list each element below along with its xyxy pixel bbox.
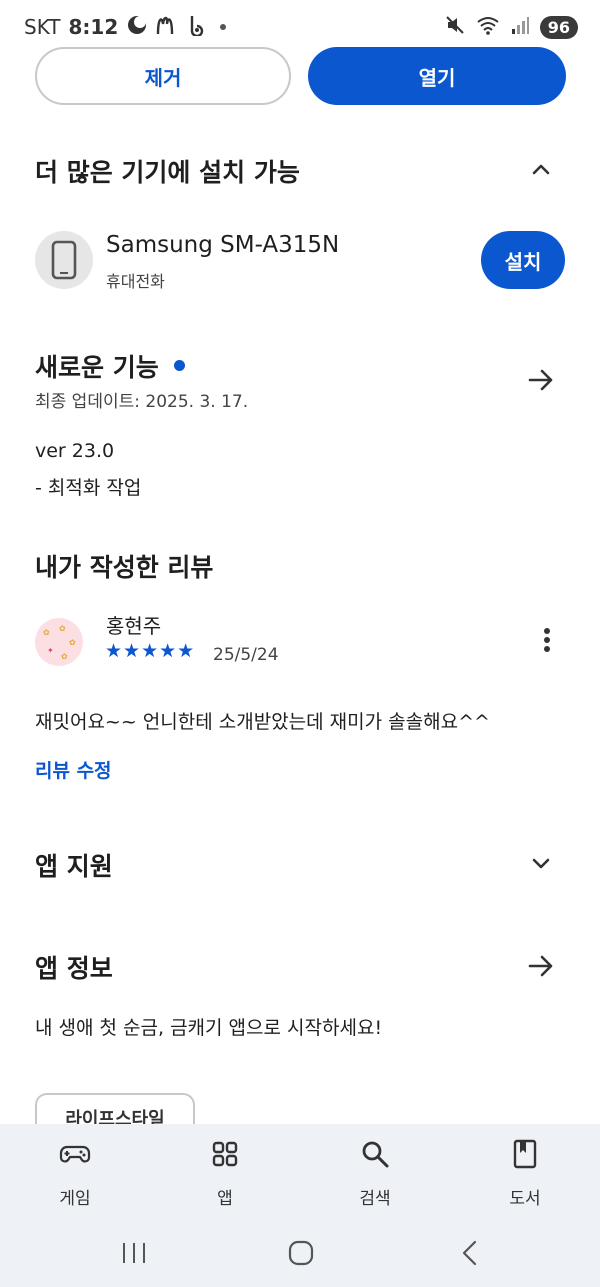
nav-games[interactable]: 게임 (25, 1138, 125, 1209)
phone-icon (51, 240, 77, 280)
book-icon (513, 1139, 537, 1169)
my-review-title: 내가 작성한 리뷰 (35, 553, 214, 582)
moon-icon (126, 14, 148, 39)
notification-dot (220, 23, 227, 30)
release-notes: - 최적화 작업 (35, 477, 142, 499)
app-support-title[interactable]: 앱 지원 (35, 847, 113, 883)
last-updated: 최종 업데이트: 2025. 3. 17. (35, 392, 249, 412)
wifi-icon (476, 14, 500, 40)
device-type: 휴대전화 (106, 272, 165, 291)
whats-new-title[interactable]: 새로운 기능 (35, 348, 159, 384)
install-button[interactable]: 설치 (481, 231, 565, 289)
nav-search[interactable]: 검색 (325, 1138, 425, 1209)
device-name: Samsung SM-A315N (106, 232, 340, 258)
nav-label-apps: 앱 (217, 1189, 233, 1209)
home-icon[interactable] (287, 1240, 315, 1266)
avatar: ✿ ✿ ✿ ✦ ✿ (35, 618, 83, 666)
battery-indicator: 96 (539, 15, 578, 39)
apps-grid-icon (212, 1141, 238, 1167)
status-bar: SKT 8:12 96 (0, 0, 600, 50)
review-date: 25/5/24 (213, 645, 279, 665)
nav-books[interactable]: 도서 (475, 1138, 575, 1209)
search-icon (362, 1141, 389, 1168)
system-navigation-bar (0, 1230, 600, 1280)
b-app-icon (186, 14, 208, 39)
edit-review-link[interactable]: 리뷰 수정 (35, 756, 112, 783)
app-description: 내 생애 첫 순금, 금캐기 앱으로 시작하세요! (35, 1017, 383, 1039)
devices-section-title: 더 많은 기기에 설치 가능 (35, 158, 300, 187)
more-options-icon[interactable] (540, 628, 554, 656)
mute-icon (444, 14, 466, 40)
arrow-right-icon[interactable] (527, 366, 555, 394)
nav-label-books: 도서 (509, 1189, 541, 1209)
new-indicator-dot (174, 360, 185, 371)
nav-label-search: 검색 (359, 1189, 391, 1209)
nav-apps[interactable]: 앱 (175, 1138, 275, 1209)
back-icon[interactable] (458, 1240, 482, 1266)
nav-label-games: 게임 (59, 1189, 91, 1209)
carrier-label: SKT (24, 14, 61, 39)
mcdonalds-icon (156, 14, 178, 39)
device-avatar (35, 231, 93, 289)
review-text: 재밋어요~~ 언니한테 소개받았는데 재미가 솔솔해요^^ (35, 711, 490, 733)
version-text: ver 23.0 (35, 440, 115, 462)
app-info-title[interactable]: 앱 정보 (35, 949, 113, 985)
clock: 8:12 (68, 14, 119, 39)
arrow-right-icon[interactable] (527, 952, 555, 980)
star-rating: ★★★★★ (105, 640, 196, 662)
open-button[interactable]: 열기 (308, 47, 566, 105)
signal-icon (510, 15, 530, 39)
reviewer-name: 홍현주 (106, 614, 162, 638)
chevron-up-icon[interactable] (529, 158, 553, 182)
gamepad-icon (59, 1145, 91, 1163)
chevron-down-icon[interactable] (529, 851, 553, 875)
remove-button[interactable]: 제거 (35, 47, 291, 105)
recent-apps-icon[interactable] (120, 1240, 148, 1266)
